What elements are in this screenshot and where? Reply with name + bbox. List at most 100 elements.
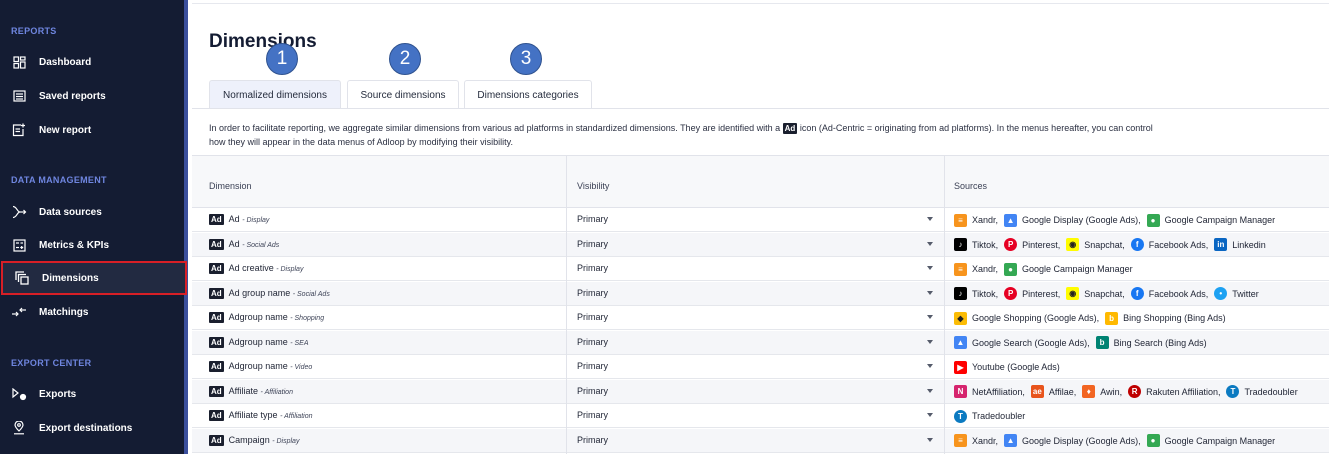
table-row[interactable]: Ad Ad - Display Primary ≡ Xandr, ▲ Google Disp…: [192, 208, 1329, 232]
ad-centric-icon: Ad: [209, 238, 224, 250]
dimension-name: Campaign: [228, 434, 270, 445]
chevron-down-icon[interactable]: [927, 339, 933, 344]
source-name: Tiktok,: [972, 239, 999, 250]
sidebar-item-label: New report: [39, 124, 92, 136]
snapchat-icon: ◉: [1066, 238, 1080, 251]
source-item: ◉ Snapchat,: [1066, 238, 1125, 251]
sidebar: REPORTS Dashboard Saved reports New repo…: [0, 0, 188, 454]
source-item: ◆ Google Shopping (Google Ads),: [954, 311, 1100, 325]
table-row[interactable]: Ad Adgroup name - Video Primary ▶ Youtube (G…: [192, 355, 1329, 379]
dimension-name: Adgroup name: [228, 312, 288, 322]
ad-centric-icon: Ad: [209, 361, 224, 373]
sources-cell: ▲ Google Search (Google Ads), b Bing Search…: [954, 335, 1213, 351]
dimension-cell: Ad Ad creative - Display: [209, 263, 303, 275]
source-item: T Tradedoubler: [954, 409, 1025, 423]
google-ads-icon: ▲: [1004, 213, 1018, 227]
visibility-select[interactable]: Primary: [577, 239, 608, 249]
chevron-down-icon[interactable]: [927, 315, 933, 319]
bing-icon: b: [1105, 311, 1119, 325]
table-row[interactable]: Ad Adgroup name - Shopping Primary ◆ Google …: [192, 306, 1329, 330]
sidebar-item-dashboard[interactable]: Dashboard: [0, 45, 184, 79]
table-row[interactable]: Ad Ad creative - Display Primary ≡ Xandr, ● Go…: [192, 257, 1329, 281]
sidebar-item-data-sources[interactable]: Data sources: [0, 195, 184, 229]
table-row[interactable]: Ad Ad group name - Social Ads Primary ♪ Tikt…: [192, 281, 1329, 306]
chevron-down-icon[interactable]: [927, 217, 933, 221]
source-name: Affilae,: [1048, 386, 1077, 397]
source-name: Google Shopping (Google Ads),: [972, 313, 1100, 323]
table-row[interactable]: Ad Affiliate type - Affiliation Primary T Tr…: [192, 404, 1329, 428]
table-row[interactable]: Ad Adgroup name - SEA Primary ▲ Google Searc…: [192, 330, 1329, 355]
sources-cell: N NetAffiliation, ae Affilae, ♦ Awin, R Rakuten…: [954, 384, 1304, 400]
sidebar-item-metrics-kpis[interactable]: Metrics & KPIs: [0, 228, 184, 262]
dimension-category: - Display: [242, 217, 270, 224]
tiktok-icon: ♪: [954, 287, 967, 300]
visibility-select[interactable]: Primary: [577, 214, 608, 224]
tab-normalized-dimensions[interactable]: Normalized dimensions: [209, 80, 341, 109]
dimension-category: - Social Ads: [292, 290, 330, 298]
tradedoubler-icon: T: [1226, 385, 1240, 398]
dimension-cell: Ad Ad - Display: [209, 214, 270, 226]
sidebar-item-saved-reports[interactable]: Saved reports: [0, 79, 184, 113]
dimension-cell: Ad Adgroup name - Video: [209, 361, 312, 373]
chevron-down-icon[interactable]: [927, 388, 933, 393]
sidebar-item-label: Saved reports: [39, 90, 106, 102]
sidebar-item-new-report[interactable]: New report: [0, 113, 184, 147]
google-ads-icon: ▲: [954, 336, 967, 349]
dashboard-icon: [11, 54, 27, 70]
tab-source-dimensions[interactable]: Source dimensions: [347, 80, 459, 109]
sidebar-item-exports[interactable]: Exports: [0, 377, 184, 411]
chevron-down-icon[interactable]: [927, 437, 933, 442]
youtube-icon: ▶: [954, 360, 967, 374]
sidebar-item-label: Matchings: [39, 306, 89, 318]
visibility-select[interactable]: Primary: [577, 386, 608, 396]
source-item: ♦ Awin,: [1082, 385, 1122, 398]
source-item: ♪ Tiktok,: [954, 287, 998, 300]
annotation-badge-1: 1: [266, 43, 298, 75]
annotation-badge-3: 3: [510, 43, 542, 75]
chevron-down-icon[interactable]: [927, 241, 933, 246]
visibility-select[interactable]: Primary: [577, 435, 608, 445]
xandr-icon: ≡: [954, 262, 967, 276]
chevron-down-icon[interactable]: [927, 290, 933, 295]
sidebar-item-label: Exports: [39, 388, 77, 400]
source-name: Pinterest,: [1022, 288, 1061, 299]
source-item: f Facebook Ads,: [1130, 238, 1208, 251]
sidebar-item-export-destinations[interactable]: Export destinations: [0, 411, 184, 445]
location-pin-icon: [11, 420, 27, 436]
tradedoubler-icon: T: [954, 409, 967, 423]
sidebar-item-dimensions[interactable]: Dimensions: [1, 261, 187, 295]
campaign-manager-icon: ●: [1146, 213, 1160, 227]
exports-icon: [11, 386, 27, 402]
source-item: ▲ Google Display (Google Ads),: [1004, 213, 1141, 227]
twitter-icon: •: [1214, 287, 1228, 300]
visibility-select[interactable]: Primary: [577, 337, 608, 347]
visibility-select[interactable]: Primary: [577, 288, 608, 298]
campaign-manager-icon: ●: [1146, 434, 1160, 447]
chevron-down-icon[interactable]: [927, 266, 933, 270]
source-name: Rakuten Affiliation,: [1146, 386, 1221, 397]
table-row[interactable]: Ad Ad - Social Ads Primary ♪ Tiktok, P Pintere…: [192, 232, 1329, 257]
dimension-category: - Shopping: [290, 315, 325, 322]
dimension-category: - Affiliation: [280, 413, 313, 420]
tab-dimensions-categories[interactable]: Dimensions categories: [464, 80, 592, 109]
ad-centric-icon: Ad: [209, 312, 224, 324]
column-header-sources: Sources: [954, 181, 988, 191]
dimension-name: Ad: [228, 238, 240, 249]
visibility-select[interactable]: Primary: [577, 312, 608, 322]
dimension-cell: Ad Ad group name - Social Ads: [209, 288, 330, 299]
chevron-down-icon[interactable]: [927, 413, 933, 417]
source-name: Google Display (Google Ads),: [1022, 435, 1141, 446]
section-title-export-center: EXPORT CENTER: [11, 358, 92, 368]
source-item: b Bing Search (Bing Ads): [1095, 336, 1207, 349]
table-row[interactable]: Ad Campaign - Display Primary ≡ Xandr, ▲ Googl…: [192, 428, 1329, 453]
table-row[interactable]: Ad Affiliate - Affiliation Primary N NetAffi…: [192, 379, 1329, 404]
snapchat-icon: ◉: [1066, 287, 1080, 300]
sidebar-item-matchings[interactable]: Matchings: [0, 295, 184, 329]
visibility-select[interactable]: Primary: [577, 410, 608, 420]
sidebar-item-label: Dashboard: [39, 56, 92, 68]
visibility-select[interactable]: Primary: [577, 361, 608, 371]
chevron-down-icon[interactable]: [927, 364, 933, 368]
source-item: P Pinterest,: [1004, 287, 1060, 300]
visibility-select[interactable]: Primary: [577, 263, 608, 273]
matchings-icon: [11, 304, 27, 320]
